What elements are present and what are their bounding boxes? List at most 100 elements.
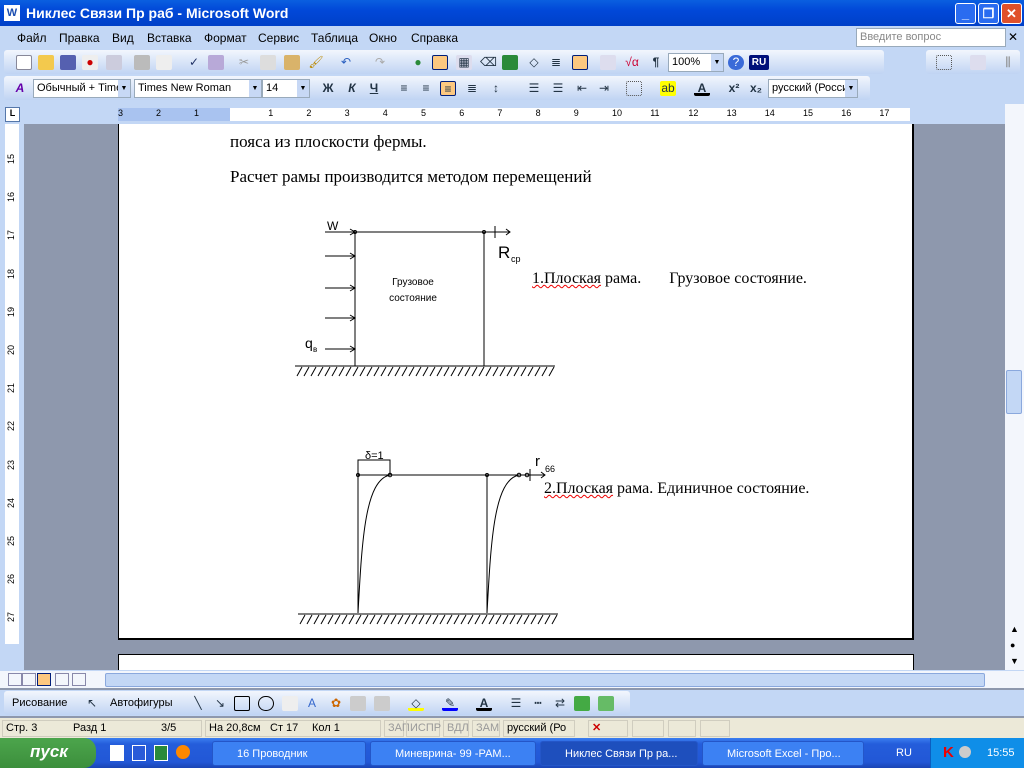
normal-view-icon[interactable]	[8, 673, 22, 686]
start-button[interactable]: пуск	[0, 738, 96, 768]
hatch-mark	[313, 614, 320, 625]
hatch-mark	[457, 366, 464, 377]
status-language[interactable]: русский (Ро	[503, 720, 575, 737]
reading-view-icon[interactable]	[72, 673, 86, 686]
h-scroll-thumb[interactable]	[105, 673, 985, 687]
task-explorer[interactable]: 16 Проводник	[212, 741, 366, 766]
inner-label: Грузовое	[392, 277, 434, 288]
hatch-mark	[383, 614, 390, 625]
hatch-mark	[523, 614, 530, 625]
hatch-mark	[453, 614, 460, 625]
scroll-thumb[interactable]	[1006, 370, 1022, 414]
status-extend[interactable]: ВДЛ	[443, 720, 469, 737]
media-quicklaunch-icon[interactable]	[176, 745, 190, 759]
left-deflection-curve	[357, 474, 391, 614]
line-color-icon[interactable]: ✎	[442, 696, 458, 711]
hatch-mark	[478, 366, 485, 377]
hatch-mark	[551, 614, 558, 625]
arrow-icon[interactable]: ↘	[212, 696, 228, 711]
3d-icon[interactable]	[598, 696, 614, 711]
hatch-mark	[296, 366, 303, 377]
fill-color-icon[interactable]: ◇	[408, 696, 424, 711]
hatch-mark	[520, 366, 527, 377]
task-excel[interactable]: Microsoft Excel - Про...	[702, 741, 864, 766]
line-icon[interactable]: ╲	[190, 696, 206, 711]
hatch-mark	[355, 614, 362, 625]
hatch-mark	[506, 366, 513, 377]
reaction-sub: ср	[511, 254, 521, 264]
hatch-mark	[387, 366, 394, 377]
arrow-style-icon[interactable]: ⇄	[552, 696, 568, 711]
vertical-scrollbar[interactable]: ▲ ● ▼	[1005, 104, 1024, 670]
textbox-icon[interactable]	[282, 696, 298, 711]
prev-page-icon[interactable]: ▲	[1010, 624, 1019, 634]
hatch-mark	[488, 614, 495, 625]
print-layout-view-icon[interactable]	[37, 673, 51, 686]
select-objects-icon[interactable]: ↖	[84, 696, 100, 711]
hatch-mark	[369, 614, 376, 625]
next-page-icon[interactable]: ▼	[1010, 656, 1019, 666]
wind-load-arrows	[325, 228, 356, 353]
hatch-mark	[509, 614, 516, 625]
status-track-changes[interactable]: ИСПР	[406, 720, 441, 737]
hatch-mark	[446, 614, 453, 625]
diagram-icon[interactable]: ✿	[328, 696, 344, 711]
autoshapes-menu[interactable]: Автофигуры	[110, 697, 173, 709]
task-word-nikles[interactable]: Никлес Связи Пр ра...	[540, 741, 698, 766]
hatch-mark	[366, 366, 373, 377]
delta-bracket	[357, 459, 391, 475]
status-empty	[668, 720, 696, 737]
browse-object-icon[interactable]: ●	[1010, 640, 1015, 650]
hatch-mark	[443, 366, 450, 377]
language-indicator[interactable]: RU	[896, 747, 912, 759]
hatch-mark	[429, 366, 436, 377]
draw-font-color-icon[interactable]: A	[476, 696, 492, 711]
status-rec[interactable]: ЗАП	[384, 720, 410, 737]
hatch-mark	[390, 614, 397, 625]
rectangle-icon[interactable]	[234, 696, 250, 711]
status-page-info: Стр. 3 Разд 1 3/5	[2, 720, 202, 737]
hatch-mark	[352, 366, 359, 377]
status-empty	[632, 720, 664, 737]
hatch-mark	[338, 366, 345, 377]
hatch-mark	[436, 366, 443, 377]
ground-hatching	[296, 366, 555, 377]
kaspersky-icon[interactable]: K	[943, 744, 954, 761]
web-view-icon[interactable]	[22, 673, 36, 686]
clipart-icon[interactable]	[350, 696, 366, 711]
hatch-mark	[513, 366, 520, 377]
hatch-mark	[418, 614, 425, 625]
hatch-mark	[404, 614, 411, 625]
spelling-status-icon[interactable]: ✕	[588, 720, 628, 737]
hatch-mark	[306, 614, 313, 625]
hatch-mark	[320, 614, 327, 625]
oval-icon[interactable]	[258, 696, 274, 711]
hatch-mark	[527, 366, 534, 377]
drawing-menu[interactable]: Рисование	[12, 697, 67, 709]
delta-label: δ=1	[365, 450, 384, 462]
hatch-mark	[485, 366, 492, 377]
picture-icon[interactable]	[374, 696, 390, 711]
hatch-mark	[324, 366, 331, 377]
frame-diagrams: W q в R ср Грузовое состояние δ=1 r 66	[295, 219, 558, 625]
status-overtype[interactable]: ЗАМ	[472, 720, 500, 737]
excel-quicklaunch-icon[interactable]	[154, 745, 168, 761]
horizontal-scrollbar[interactable]	[0, 670, 1024, 688]
task-word-minevrina[interactable]: Миневрина- 99 -РАМ...	[370, 741, 536, 766]
wordart-icon[interactable]: A	[304, 696, 320, 711]
hatch-mark	[537, 614, 544, 625]
hatch-mark	[541, 366, 548, 377]
outline-view-icon[interactable]	[55, 673, 69, 686]
hatch-mark	[415, 366, 422, 377]
hatch-mark	[303, 366, 310, 377]
quicklaunch-icon[interactable]	[110, 745, 124, 761]
shadow-icon[interactable]	[574, 696, 590, 711]
dash-style-icon[interactable]: ┅	[530, 696, 546, 711]
tray-icon[interactable]	[959, 746, 971, 758]
reaction-label: R	[498, 243, 510, 262]
word-quicklaunch-icon[interactable]	[132, 745, 146, 761]
hatch-mark	[425, 614, 432, 625]
hatch-mark	[408, 366, 415, 377]
taskbar: пуск 16 Проводник Миневрина- 99 -РАМ... …	[0, 738, 1024, 768]
line-style-icon[interactable]: ☰	[508, 696, 524, 711]
